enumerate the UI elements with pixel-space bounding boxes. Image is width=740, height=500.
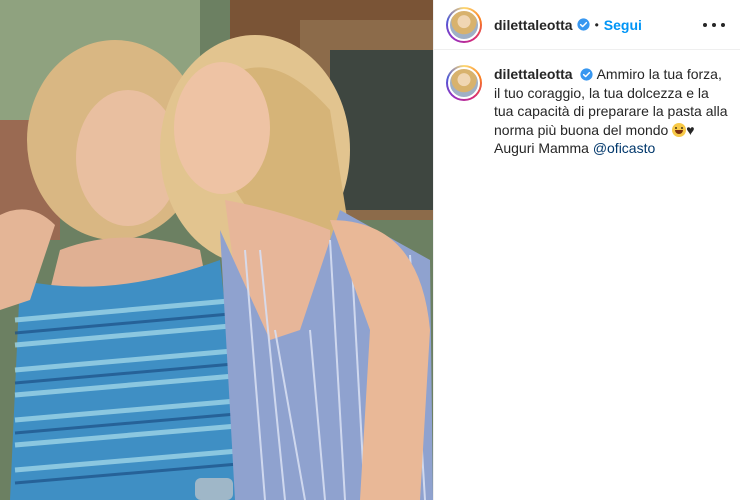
follow-button[interactable]: Segui	[604, 17, 642, 33]
instagram-post: dilettaleotta • Segui dilettaleotta Ammi…	[0, 0, 740, 500]
header-username[interactable]: dilettaleotta	[494, 17, 573, 33]
caption-comment: dilettaleotta Ammiro la tua forza, il tu…	[446, 65, 731, 158]
photo-illustration	[0, 0, 433, 500]
verified-badge-icon	[580, 68, 594, 81]
header-separator: •	[594, 17, 599, 32]
more-options-icon[interactable]	[703, 16, 725, 34]
verified-badge-icon	[576, 18, 590, 31]
caption-avatar[interactable]	[446, 65, 482, 101]
post-side-panel: dilettaleotta • Segui dilettaleotta Ammi…	[433, 0, 740, 500]
mention-link[interactable]: @oficasto	[593, 140, 655, 156]
post-photo[interactable]	[0, 0, 433, 500]
post-header: dilettaleotta • Segui	[434, 0, 740, 50]
heart-emoji: ♥	[686, 121, 695, 138]
caption-body: dilettaleotta Ammiro la tua forza, il tu…	[494, 65, 729, 158]
caption-username[interactable]: dilettaleotta	[494, 66, 573, 82]
profile-avatar[interactable]	[446, 6, 482, 43]
caption-text-2: Auguri Mamma	[494, 140, 589, 156]
grinning-face-emoji-icon	[672, 122, 687, 137]
